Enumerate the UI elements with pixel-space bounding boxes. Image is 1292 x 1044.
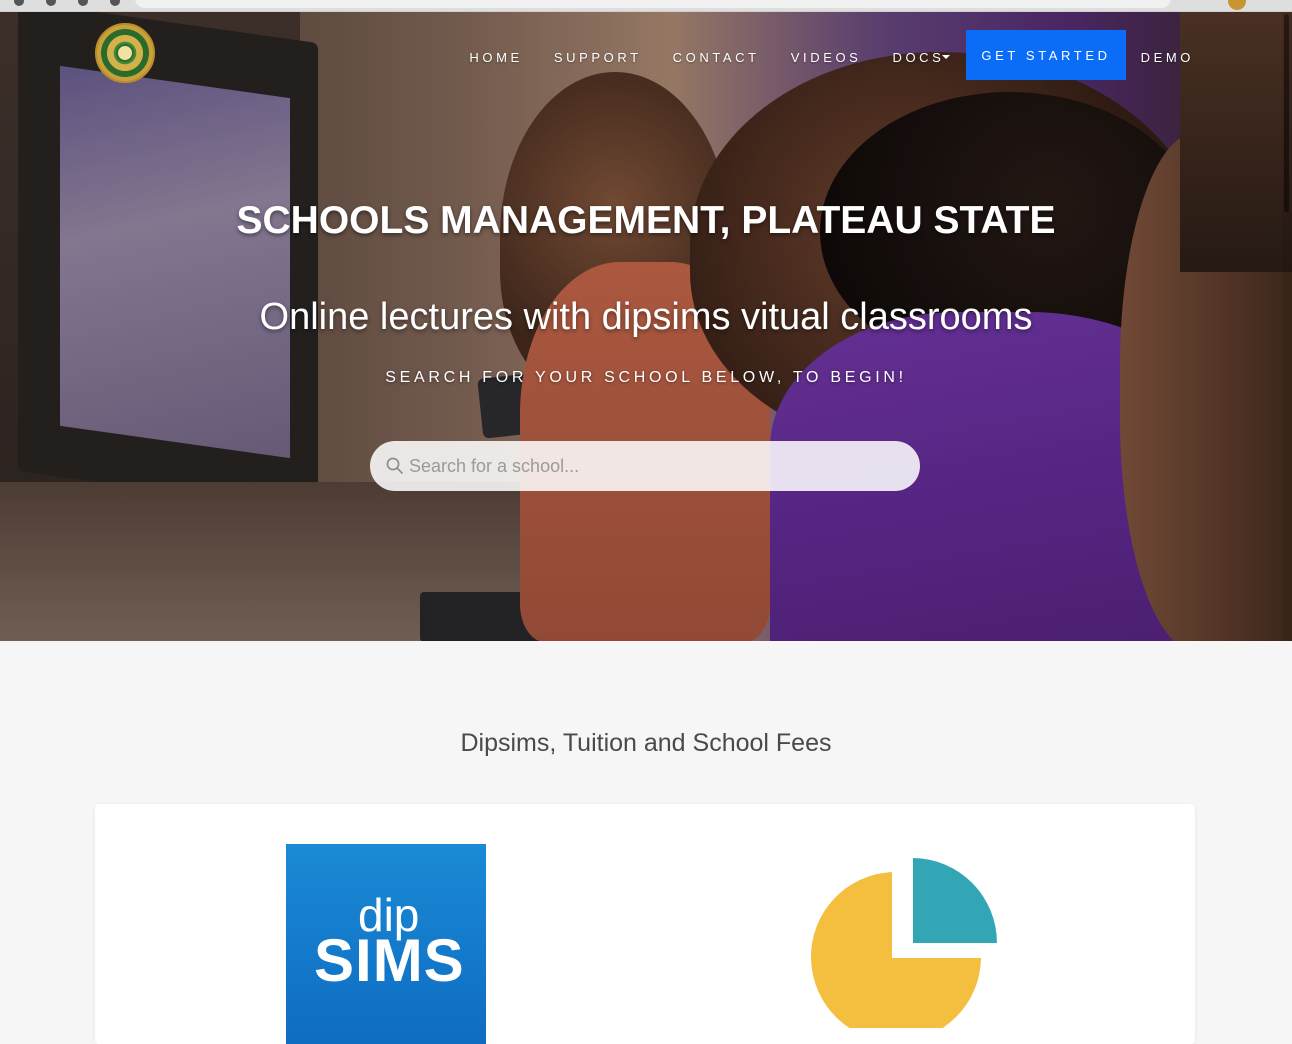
hero-subtitle: Online lectures with dipsims vitual clas… xyxy=(259,296,1033,338)
browser-toolbar xyxy=(0,0,1292,12)
pie-chart-icon[interactable] xyxy=(806,858,1001,1028)
hero-prompt: SEARCH FOR YOUR SCHOOL BELOW, TO BEGIN! xyxy=(385,369,907,386)
school-search-input[interactable] xyxy=(409,441,899,491)
search-icon xyxy=(386,457,403,474)
hero-title: SCHOOLS MANAGEMENT, PLATEAU STATE xyxy=(236,199,1056,242)
nav-support[interactable]: SUPPORT xyxy=(554,50,642,65)
page-scrollbar[interactable] xyxy=(1282,12,1292,641)
hero-section: HOME SUPPORT CONTACT VIDEOS DOCS GET STA… xyxy=(0,12,1292,641)
profile-avatar[interactable] xyxy=(1228,0,1246,10)
school-search-box[interactable] xyxy=(370,441,920,491)
features-card xyxy=(95,804,1195,1044)
nav-contact[interactable]: CONTACT xyxy=(673,50,760,65)
nav-docs-label: DOCS xyxy=(892,49,945,65)
section-title: Dipsims, Tuition and School Fees xyxy=(460,729,832,757)
nav-demo[interactable]: DEMO xyxy=(1141,50,1194,65)
back-icon[interactable] xyxy=(14,0,24,6)
plateau-state-logo[interactable] xyxy=(95,23,155,83)
address-bar[interactable] xyxy=(135,0,1171,8)
nav-home[interactable]: HOME xyxy=(469,50,522,65)
nav-docs-dropdown[interactable]: DOCS xyxy=(892,49,951,65)
forward-icon[interactable] xyxy=(46,0,56,6)
reload-icon[interactable] xyxy=(78,0,88,6)
dipsims-logo-sims: SIMS xyxy=(314,927,465,994)
nav-videos[interactable]: VIDEOS xyxy=(791,50,862,65)
main-nav: HOME SUPPORT CONTACT VIDEOS DOCS GET STA… xyxy=(438,12,1194,102)
scrollbar-thumb[interactable] xyxy=(1284,14,1289,212)
get-started-button[interactable]: GET STARTED xyxy=(966,30,1126,80)
dipsims-logo[interactable]: dip SIMS xyxy=(286,844,486,1044)
home-icon[interactable] xyxy=(110,0,120,6)
caret-down-icon xyxy=(942,54,951,59)
